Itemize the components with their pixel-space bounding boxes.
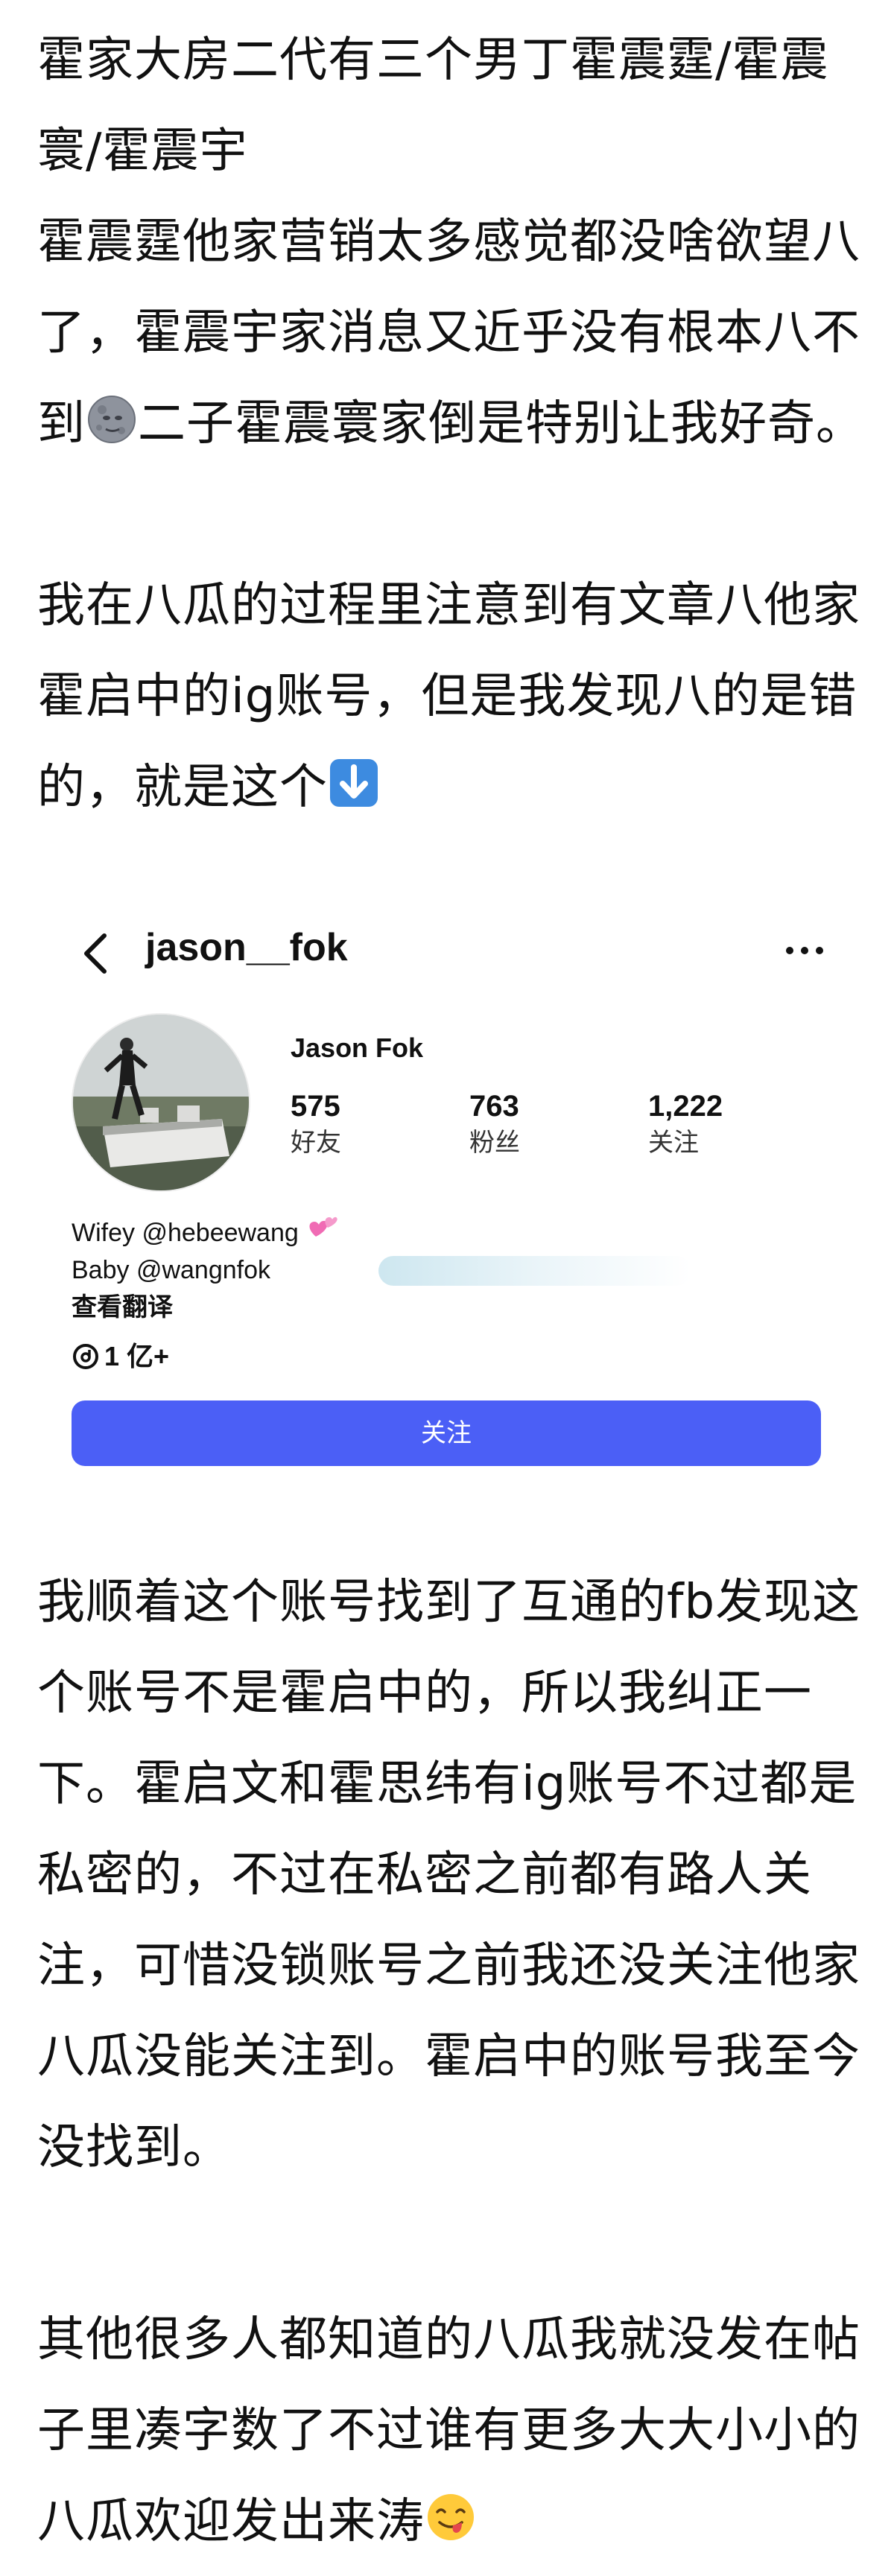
blurred-hearts-region <box>378 1256 691 1286</box>
threads-count: 1 亿+ <box>104 1341 170 1371</box>
embedded-profile-screenshot: jason__fok Jason Fok 575 好友 763 粉丝 1,222… <box>37 886 857 1527</box>
post-paragraph-3: 我在八瓜的过程里注意到有文章八他家霍启中的ig账号，但是我发现八的是错的，就是这… <box>37 560 864 833</box>
stat-followers-value: 763 <box>469 1090 519 1123</box>
profile-display-name: Jason Fok <box>291 1032 424 1063</box>
bio-line-2-text: Baby @wangnfok <box>72 1256 271 1284</box>
stat-followers-label: 粉丝 <box>469 1128 520 1158</box>
bio-line-1: Wifey @hebeewang <box>72 1214 338 1251</box>
post-paragraph-1: 霍家大房二代有三个男丁霍震霆/霍震寰/霍震宇 <box>37 33 829 179</box>
follow-button[interactable]: 关注 <box>72 1400 821 1466</box>
post-paragraph-3-text: 我在八瓜的过程里注意到有文章八他家霍启中的ig账号，但是我发现八的是错的，就是这… <box>37 578 860 815</box>
threads-badge[interactable]: 1 亿+ <box>72 1338 169 1375</box>
see-translation-link[interactable]: 查看翻译 <box>72 1289 173 1326</box>
stat-following-value: 1,222 <box>648 1090 723 1123</box>
avatar[interactable] <box>72 1013 250 1192</box>
new-moon-face-emoji-icon <box>88 396 136 443</box>
more-options-icon[interactable] <box>782 943 827 958</box>
bio-line-1-text: Wifey @hebeewang <box>72 1219 299 1247</box>
post-paragraph-2: 霍震霆他家营销太多感觉都没啥欲望八了，霍震宇家消息又近乎没有根本八不到 二子霍震… <box>37 197 864 469</box>
post-paragraph-5: 其他很多人都知道的八瓜我就没发在帖子里凑字数了不过谁有更多大大小小的八瓜欢迎发出… <box>37 2294 864 2567</box>
threads-icon <box>73 1344 98 1369</box>
down-arrow-emoji-icon <box>330 759 378 807</box>
back-arrow-icon[interactable] <box>80 931 110 976</box>
yum-face-emoji-icon <box>428 2494 474 2540</box>
stat-followers[interactable]: 763 粉丝 <box>469 1088 618 1161</box>
stat-friends[interactable]: 575 好友 <box>291 1088 440 1161</box>
bio-line-2: Baby @wangnfok <box>72 1251 270 1289</box>
stat-friends-label: 好友 <box>291 1128 341 1158</box>
two-hearts-icon <box>309 1216 337 1237</box>
stat-friends-value: 575 <box>291 1090 340 1123</box>
avatar-photo-icon <box>73 1015 249 1190</box>
stat-following[interactable]: 1,222 关注 <box>648 1088 797 1161</box>
stat-following-label: 关注 <box>648 1128 699 1158</box>
post-paragraph-4: 我顺着这个账号找到了互通的fb发现这个账号不是霍启中的，所以我纠正一下。霍启文和… <box>37 1575 861 2175</box>
profile-header: jason__fok <box>37 886 857 991</box>
post-paragraph-2-part-b: 二子霍震寰家倒是特别让我好奇。 <box>138 396 864 451</box>
profile-username: jason__fok <box>145 926 348 969</box>
